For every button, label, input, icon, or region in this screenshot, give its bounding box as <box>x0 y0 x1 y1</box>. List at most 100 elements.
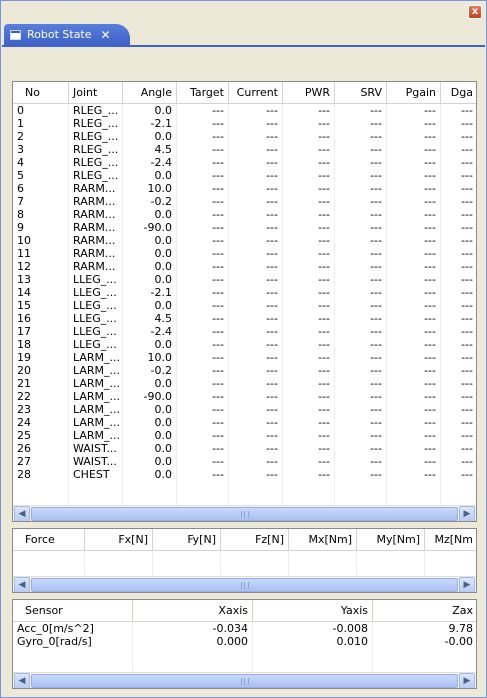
table-row[interactable]: 27 WAIST... 0.0 --- --- --- --- --- --- <box>13 455 476 468</box>
joint-col-header[interactable]: SRV <box>335 82 387 104</box>
table-cell: --- <box>441 442 476 455</box>
force-col-header[interactable]: My[Nm] <box>357 529 425 551</box>
sensor-col-header[interactable]: Xaxis <box>133 600 253 622</box>
table-row[interactable]: 25 LARM_... 0.0 --- --- --- --- --- --- <box>13 429 476 442</box>
joint-horizontal-scrollbar[interactable]: ◀ ▶ <box>13 505 476 521</box>
table-row[interactable]: 16 LLEG_... 4.5 --- --- --- --- --- --- <box>13 312 476 325</box>
table-cell: --- <box>229 442 283 455</box>
sensor-table[interactable]: Sensor Xaxis Yaxis Zax Acc_0[m/s^2] -0.034 -0… <box>12 599 477 689</box>
table-cell: --- <box>335 182 387 195</box>
table-cell: 6 <box>13 182 69 195</box>
table-row[interactable]: 23 LARM_... 0.0 --- --- --- --- --- --- <box>13 403 476 416</box>
sensor-col-header[interactable]: Yaxis <box>253 600 373 622</box>
joint-col-header[interactable]: Dga <box>441 82 476 104</box>
table-row[interactable]: 21 LARM_... 0.0 --- --- --- --- --- --- <box>13 377 476 390</box>
table-row[interactable]: 18 LLEG_... 0.0 --- --- --- --- --- --- <box>13 338 476 351</box>
table-row[interactable]: 9 RARM... -90.0 --- --- --- --- --- --- <box>13 221 476 234</box>
table-cell: 19 <box>13 351 69 364</box>
scroll-thumb[interactable] <box>31 578 458 592</box>
table-cell: --- <box>283 221 335 234</box>
table-row[interactable]: 3 RLEG_... 4.5 --- --- --- --- --- --- <box>13 143 476 156</box>
force-col-header[interactable]: Force <box>13 529 85 551</box>
table-row[interactable]: 8 RARM... 0.0 --- --- --- --- --- --- <box>13 208 476 221</box>
force-col-header[interactable]: Fx[N] <box>85 529 153 551</box>
scroll-thumb[interactable] <box>31 674 458 688</box>
sensor-col-header[interactable]: Zax <box>373 600 476 622</box>
table-row[interactable]: 10 RARM... 0.0 --- --- --- --- --- --- <box>13 234 476 247</box>
table-cell: 3 <box>13 143 69 156</box>
joint-col-header[interactable]: Angle <box>123 82 177 104</box>
table-row[interactable]: 24 LARM_... 0.0 --- --- --- --- --- --- <box>13 416 476 429</box>
table-row[interactable]: 1 RLEG_... -2.1 --- --- --- --- --- --- <box>13 117 476 130</box>
table-cell: --- <box>387 364 441 377</box>
joint-col-header[interactable]: Joint <box>69 82 123 104</box>
table-row[interactable]: 20 LARM_... -0.2 --- --- --- --- --- --- <box>13 364 476 377</box>
force-horizontal-scrollbar[interactable]: ◀ ▶ <box>13 576 476 592</box>
scroll-right-button[interactable]: ▶ <box>459 673 475 688</box>
scroll-right-button[interactable]: ▶ <box>459 577 475 592</box>
thumb-grip-icon <box>240 582 249 589</box>
table-cell: -0.00 <box>373 635 476 648</box>
table-cell: 0.0 <box>123 247 177 260</box>
table-cell: 7 <box>13 195 69 208</box>
window-close-button[interactable]: x <box>468 5 482 19</box>
table-cell: --- <box>441 104 476 117</box>
table-row[interactable]: 17 LLEG_... -2.4 --- --- --- --- --- --- <box>13 325 476 338</box>
table-cell: -90.0 <box>123 390 177 403</box>
scroll-left-button[interactable]: ◀ <box>14 673 30 688</box>
scroll-left-button[interactable]: ◀ <box>14 506 30 521</box>
force-table[interactable]: Force Fx[N] Fy[N] Fz[N] Mx[Nm] My[Nm] Mz[Nm ◀ … <box>12 528 477 593</box>
sensor-table-header: Sensor Xaxis Yaxis Zax <box>13 600 476 622</box>
sensor-horizontal-scrollbar[interactable]: ◀ ▶ <box>13 672 476 688</box>
force-col-header[interactable]: Fz[N] <box>221 529 289 551</box>
scroll-left-button[interactable]: ◀ <box>14 577 30 592</box>
table-row[interactable]: 0 RLEG_... 0.0 --- --- --- --- --- --- <box>13 104 476 117</box>
table-row[interactable]: 2 RLEG_... 0.0 --- --- --- --- --- --- <box>13 130 476 143</box>
joint-table[interactable]: No Joint Angle Target Current PWR SRV Pgain Dga … <box>12 81 477 522</box>
joint-col-header[interactable]: Pgain <box>387 82 441 104</box>
joint-col-header[interactable]: Current <box>229 82 283 104</box>
table-cell: --- <box>335 299 387 312</box>
table-row[interactable]: 14 LLEG_... -2.1 --- --- --- --- --- --- <box>13 286 476 299</box>
table-cell: --- <box>441 117 476 130</box>
scroll-right-button[interactable]: ▶ <box>459 506 475 521</box>
table-cell: --- <box>335 312 387 325</box>
table-row[interactable]: 26 WAIST... 0.0 --- --- --- --- --- --- <box>13 442 476 455</box>
table-row[interactable]: 12 RARM... 0.0 --- --- --- --- --- --- <box>13 260 476 273</box>
table-cell: LARM_... <box>69 429 123 442</box>
table-cell: 0.0 <box>123 468 177 481</box>
sensor-col-header[interactable]: Sensor <box>13 600 133 622</box>
joint-col-header[interactable]: No <box>13 82 69 104</box>
table-row[interactable]: Acc_0[m/s^2] -0.034 -0.008 9.78 <box>13 622 476 635</box>
table-cell: --- <box>441 143 476 156</box>
force-col-header[interactable]: Fy[N] <box>153 529 221 551</box>
table-row[interactable]: 4 RLEG_... -2.4 --- --- --- --- --- --- <box>13 156 476 169</box>
tab-robot-state[interactable]: Robot State ✕ <box>4 24 130 45</box>
tab-close-icon[interactable]: ✕ <box>101 28 111 42</box>
table-cell: --- <box>283 130 335 143</box>
table-row[interactable]: 5 RLEG_... 0.0 --- --- --- --- --- --- <box>13 169 476 182</box>
table-row[interactable]: 11 RARM... 0.0 --- --- --- --- --- --- <box>13 247 476 260</box>
scroll-thumb[interactable] <box>31 507 458 521</box>
table-row[interactable]: Gyro_0[rad/s] 0.000 0.010 -0.00 <box>13 635 476 648</box>
table-row[interactable]: 6 RARM... 10.0 --- --- --- --- --- --- <box>13 182 476 195</box>
table-row[interactable]: 28 CHEST 0.0 --- --- --- --- --- --- <box>13 468 476 481</box>
table-row[interactable]: 15 LLEG_... 0.0 --- --- --- --- --- --- <box>13 299 476 312</box>
table-cell: --- <box>441 338 476 351</box>
joint-col-header[interactable]: Target <box>177 82 229 104</box>
table-cell: --- <box>387 338 441 351</box>
table-cell: RARM... <box>69 221 123 234</box>
table-row[interactable]: 13 LLEG_... 0.0 --- --- --- --- --- --- <box>13 273 476 286</box>
table-cell: --- <box>229 195 283 208</box>
table-cell: LARM_... <box>69 364 123 377</box>
table-row[interactable]: 7 RARM... -0.2 --- --- --- --- --- --- <box>13 195 476 208</box>
force-col-header[interactable]: Mx[Nm] <box>289 529 357 551</box>
table-row[interactable]: 19 LARM_... 10.0 --- --- --- --- --- --- <box>13 351 476 364</box>
table-cell: -0.034 <box>133 622 253 635</box>
force-col-header[interactable]: Mz[Nm <box>425 529 476 551</box>
table-cell: --- <box>387 390 441 403</box>
table-row[interactable]: 22 LARM_... -90.0 --- --- --- --- --- --- <box>13 390 476 403</box>
table-cell: --- <box>387 351 441 364</box>
joint-col-header[interactable]: PWR <box>283 82 335 104</box>
table-cell: --- <box>387 403 441 416</box>
